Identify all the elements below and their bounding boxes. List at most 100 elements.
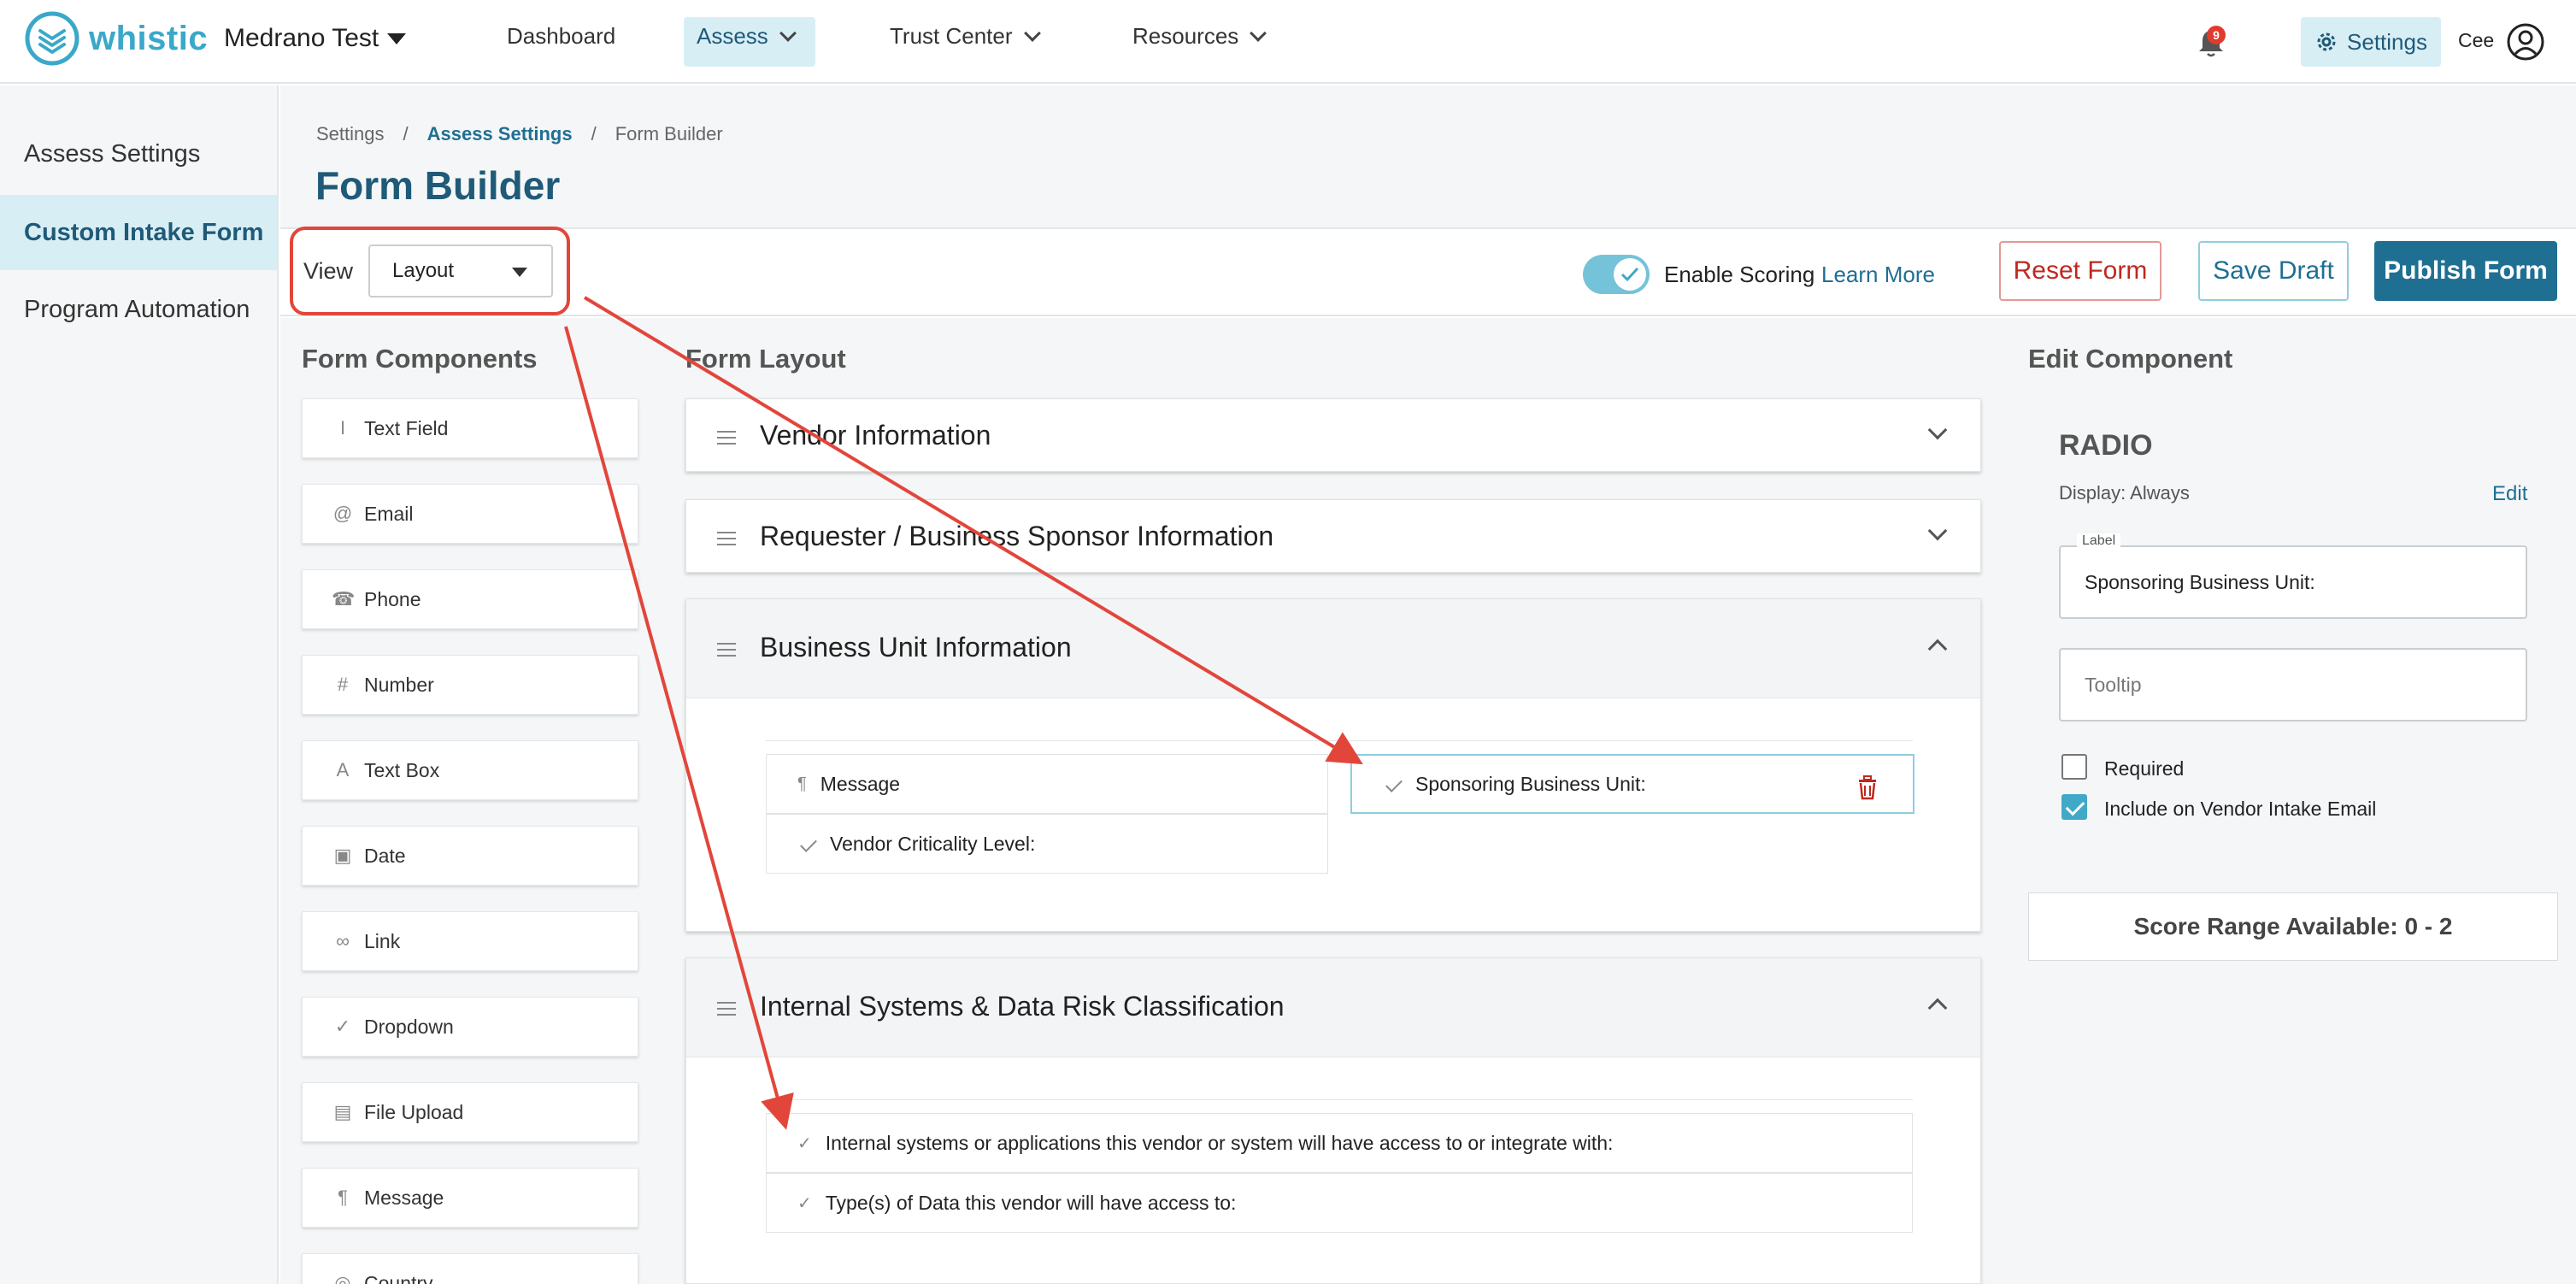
account-switcher[interactable]: Medrano Test (224, 24, 407, 53)
form-components-title: Form Components (302, 344, 538, 374)
component-text-box[interactable]: A Text Box (302, 740, 638, 800)
account-name: Medrano Test (224, 24, 379, 52)
tooltip-field-placeholder: Tooltip (2085, 673, 2142, 696)
component-dropdown[interactable]: ✓ Dropdown (302, 997, 638, 1057)
sidebar-item-custom-intake-form[interactable]: Custom Intake Form (0, 195, 277, 270)
sidebar-item-label: Custom Intake Form (24, 218, 264, 246)
edit-display-link[interactable]: Edit (2492, 482, 2527, 506)
field-sponsoring-business-unit[interactable]: Sponsoring Business Unit: (1350, 754, 1914, 814)
section-title: Vendor Information (760, 420, 991, 451)
user-name: Cee (2458, 29, 2495, 51)
reset-form-button[interactable]: Reset Form (1999, 241, 2161, 301)
nav-assess[interactable]: Assess (697, 23, 797, 50)
save-draft-button[interactable]: Save Draft (2198, 241, 2349, 301)
component-text-field[interactable]: I Text Field (302, 398, 638, 458)
component-label: Country (364, 1271, 433, 1284)
component-label: Message (364, 1186, 444, 1209)
chevron-up-icon[interactable] (1927, 998, 1948, 1018)
sidebar-item-program-automation[interactable]: Program Automation (0, 272, 277, 347)
drag-handle-icon[interactable] (717, 639, 736, 661)
tooltip-field[interactable]: Tooltip (2059, 648, 2527, 722)
score-range-box: Score Range Available: 0 - 2 (2028, 892, 2558, 961)
include-vendor-intake-email-checkbox[interactable] (2061, 794, 2087, 820)
field-label: Vendor Criticality Level: (830, 832, 1036, 855)
nav-trust-center[interactable]: Trust Center (890, 23, 1041, 50)
double-check-icon: ✓ (797, 1134, 812, 1153)
field-vendor-criticality-level[interactable]: Vendor Criticality Level: (766, 814, 1328, 874)
label-field-value: Sponsoring Business Unit: (2085, 570, 2315, 593)
row-divider (766, 1099, 1913, 1100)
caret-down-icon (387, 32, 407, 44)
phone-icon: ☎ (332, 588, 356, 610)
calendar-icon: ▣ (333, 845, 352, 866)
section-header[interactable]: Vendor Information (686, 399, 1980, 473)
section-requester-information[interactable]: Requester / Business Sponsor Information (685, 499, 1981, 573)
sidebar-item-assess-settings[interactable]: Assess Settings (0, 116, 277, 191)
field-internal-systems[interactable]: ✓ Internal systems or applications this … (766, 1113, 1913, 1173)
breadcrumb-assess-settings[interactable]: Assess Settings (427, 123, 573, 145)
field-message[interactable]: ¶ Message (766, 754, 1328, 814)
section-header[interactable]: Requester / Business Sponsor Information (686, 500, 1980, 574)
link-icon: ∞ (336, 930, 350, 951)
chevron-up-icon[interactable] (1927, 639, 1948, 659)
nav-trust-center-label: Trust Center (890, 23, 1013, 49)
component-type: RADIO (2059, 429, 2153, 462)
component-label: Text Field (364, 416, 449, 439)
row-divider (766, 740, 1913, 741)
drag-handle-icon[interactable] (717, 527, 736, 550)
component-label: Email (364, 502, 414, 525)
breadcrumb-settings[interactable]: Settings (316, 123, 385, 145)
gear-icon (2317, 32, 2336, 51)
settings-button[interactable]: Settings (2301, 17, 2441, 67)
top-navigation: whistic Medrano Test Dashboard Assess Tr… (0, 0, 2576, 84)
section-vendor-information[interactable]: Vendor Information (685, 398, 1981, 472)
field-label: Internal systems or applications this ve… (825, 1131, 1614, 1154)
whistic-logo-icon (25, 11, 79, 66)
component-link[interactable]: ∞ Link (302, 911, 638, 971)
drag-handle-icon[interactable] (717, 427, 736, 449)
required-label: Required (2104, 757, 2185, 780)
component-country[interactable]: ◎ Country (302, 1253, 638, 1284)
user-avatar-icon[interactable] (2506, 22, 2545, 62)
page-title: Form Builder (315, 163, 561, 208)
component-message[interactable]: ¶ Message (302, 1168, 638, 1228)
section-title: Business Unit Information (760, 632, 1072, 663)
chevron-down-icon (1250, 24, 1267, 42)
component-file-upload[interactable]: ▤ File Upload (302, 1082, 638, 1142)
text-cursor-icon: I (339, 417, 346, 439)
section-title: Requester / Business Sponsor Information (760, 521, 1274, 551)
field-label: Type(s) of Data this vendor will have ac… (825, 1191, 1237, 1214)
at-icon: @ (332, 503, 353, 524)
component-email[interactable]: @ Email (302, 484, 638, 544)
chevron-down-icon (1023, 24, 1041, 42)
chevron-down-icon[interactable] (1927, 420, 1948, 440)
nav-resources[interactable]: Resources (1132, 23, 1267, 50)
component-label: Text Box (364, 758, 440, 781)
nav-dashboard[interactable]: Dashboard (507, 23, 615, 50)
pilcrow-icon: ¶ (338, 1187, 348, 1208)
whistic-logo[interactable]: whistic (24, 10, 208, 67)
drag-handle-icon[interactable] (717, 998, 736, 1020)
chevron-down-icon[interactable] (1927, 521, 1948, 541)
section-header[interactable]: Internal Systems & Data Risk Classificat… (686, 958, 1980, 1057)
learn-more-link[interactable]: Learn More (1821, 262, 1935, 288)
component-number[interactable]: # Number (302, 655, 638, 715)
sidebar-item-label: Program Automation (24, 295, 250, 323)
component-label: File Upload (364, 1100, 464, 1123)
field-label: Message (820, 772, 901, 795)
annotation-highlight-box (290, 227, 570, 315)
component-label: Link (364, 929, 401, 952)
field-data-types[interactable]: ✓ Type(s) of Data this vendor will have … (766, 1173, 1913, 1233)
publish-form-button[interactable]: Publish Form (2374, 241, 2557, 301)
component-phone[interactable]: ☎ Phone (302, 569, 638, 629)
label-field[interactable]: Sponsoring Business Unit: (2059, 545, 2527, 619)
label-field-legend: Label (2077, 533, 2121, 549)
toggle-knob (1614, 258, 1646, 291)
section-header[interactable]: Business Unit Information (686, 599, 1980, 698)
component-date[interactable]: ▣ Date (302, 826, 638, 886)
required-checkbox[interactable] (2061, 754, 2087, 780)
check-icon (1385, 775, 1403, 792)
hash-icon: # (337, 674, 349, 695)
enable-scoring-label: Enable Scoring (1664, 262, 1815, 287)
trash-icon[interactable] (1856, 775, 1879, 800)
